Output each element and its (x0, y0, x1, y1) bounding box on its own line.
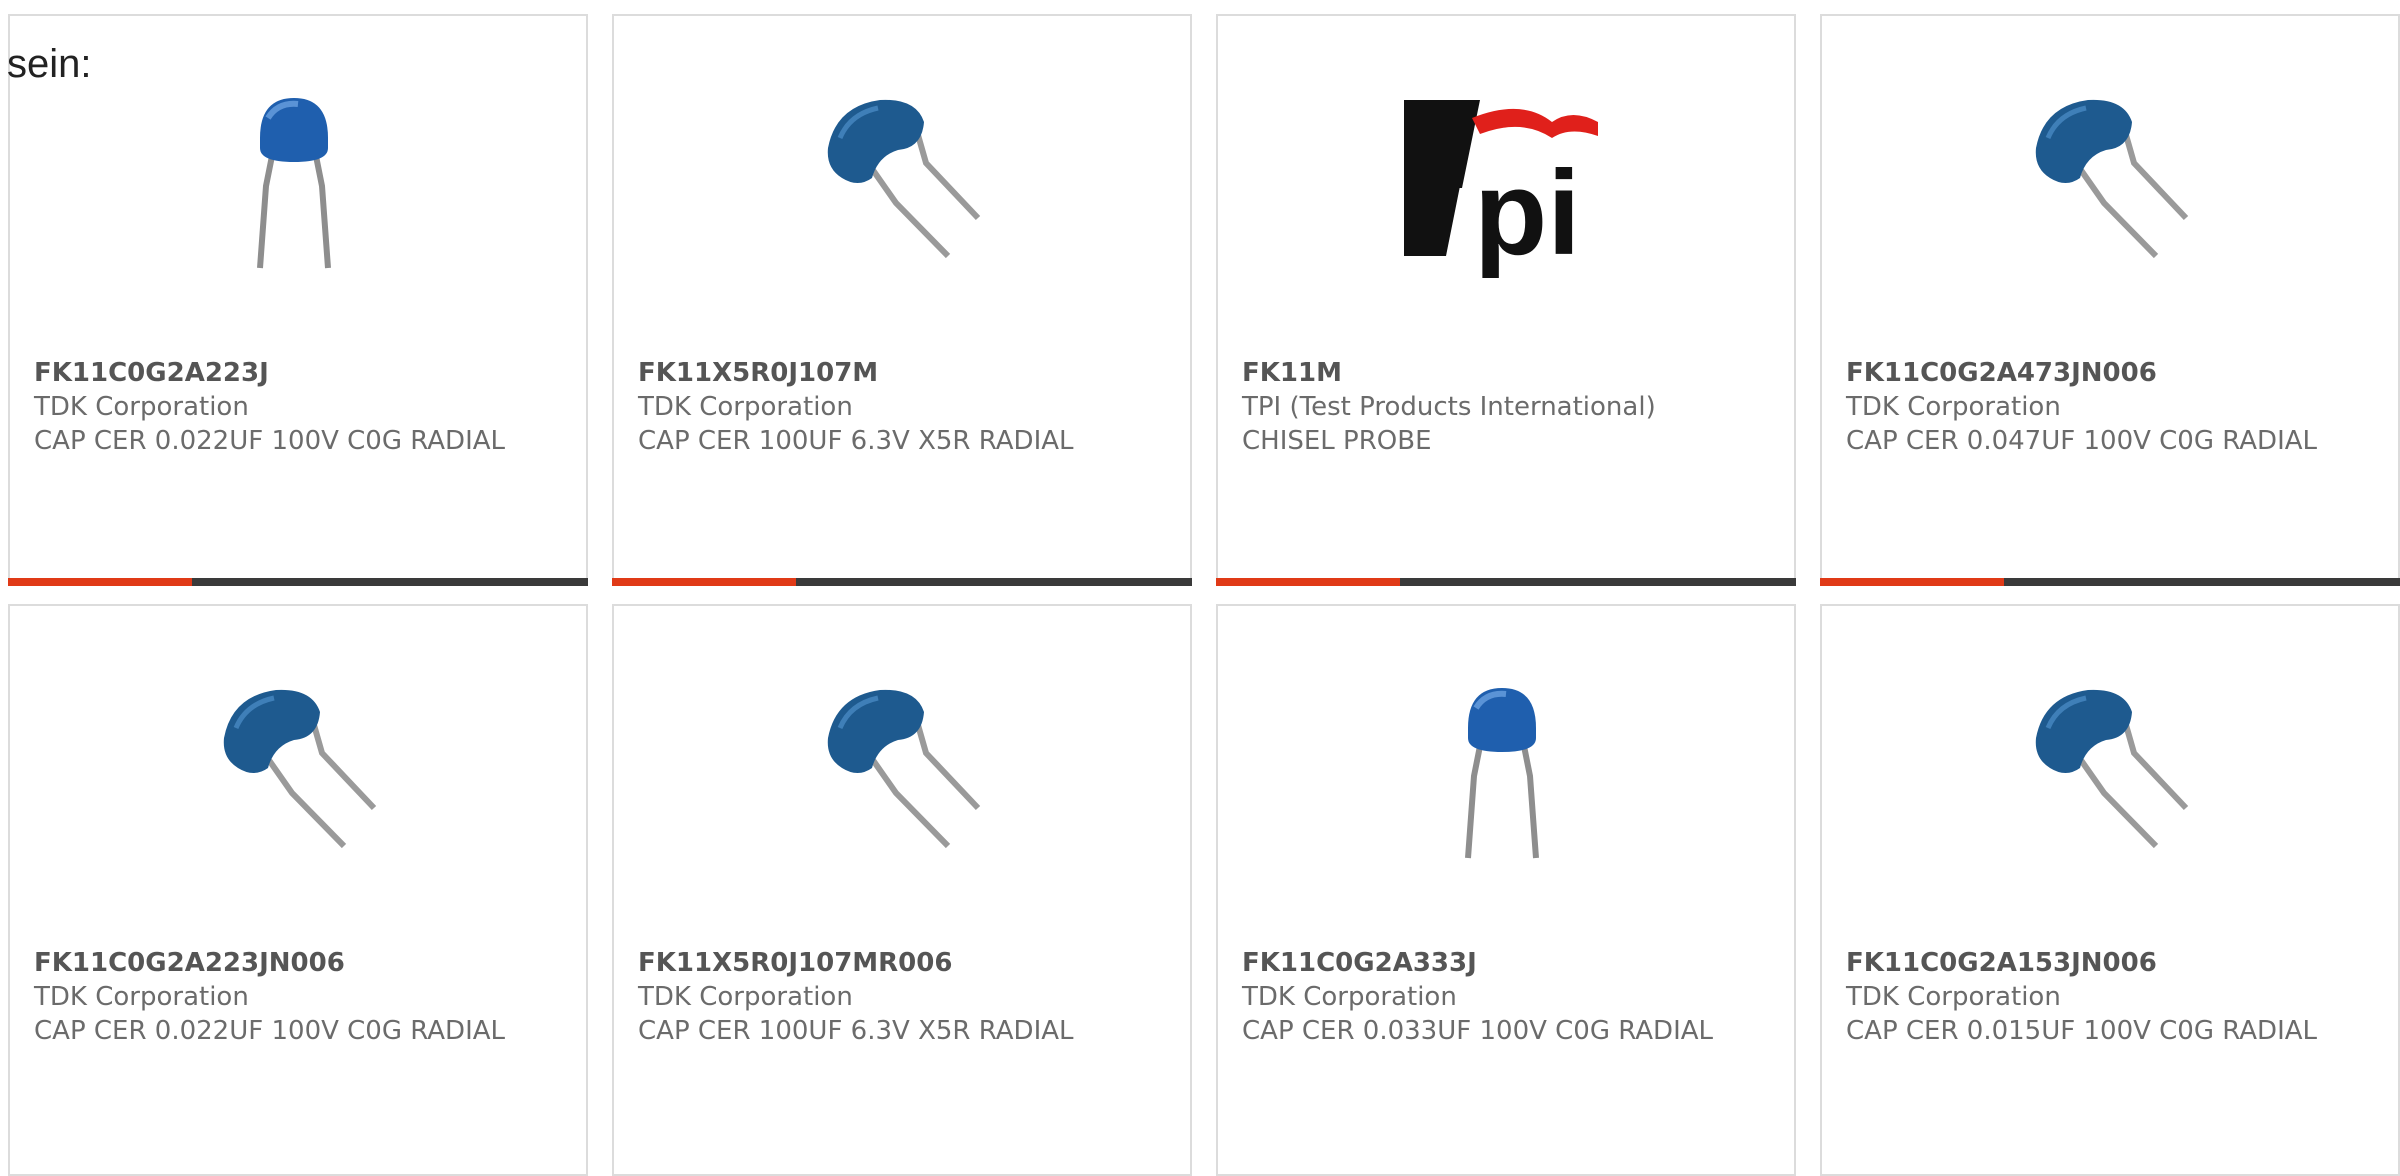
manufacturer: TDK Corporation (638, 392, 853, 422)
accent-segment (1820, 578, 2004, 586)
card-accent-bar (612, 578, 1192, 586)
product-image (194, 78, 394, 278)
product-grid: FK11C0G2A223J TDK Corporation CAP CER 0.… (8, 14, 2400, 1176)
product-image (1402, 668, 1602, 868)
straight-lead-capacitor-icon (1465, 688, 1539, 859)
part-number[interactable]: FK11X5R0J107MR006 (638, 946, 1168, 980)
manufacturer: TDK Corporation (1242, 982, 1457, 1012)
product-card[interactable]: FK11X5R0J107MR006 TDK Corporation CAP CE… (612, 604, 1192, 1176)
product-image (798, 78, 998, 278)
accent-segment (612, 578, 796, 586)
product-image: pi (1402, 78, 1602, 278)
product-card[interactable]: FK11C0G2A333J TDK Corporation CAP CER 0.… (1216, 604, 1796, 1176)
product-image (2006, 78, 2206, 278)
part-number[interactable]: FK11C0G2A223JN006 (34, 946, 564, 980)
part-number[interactable]: FK11X5R0J107M (638, 356, 1168, 390)
card-accent-bar (8, 578, 588, 586)
manufacturer: TDK Corporation (1846, 392, 2061, 422)
description: CHISEL PROBE (1242, 426, 1432, 456)
description: CAP CER 0.015UF 100V C0G RADIAL (1846, 1016, 2318, 1046)
part-number[interactable]: FK11C0G2A223J (34, 356, 564, 390)
card-accent-bar (1820, 578, 2400, 586)
manufacturer: TPI (Test Products International) (1242, 392, 1656, 422)
product-card[interactable]: FK11X5R0J107M TDK Corporation CAP CER 10… (612, 14, 1192, 586)
bent-lead-capacitor-icon (827, 99, 981, 259)
product-card[interactable]: FK11C0G2A473JN006 TDK Corporation CAP CE… (1820, 14, 2400, 586)
description: CAP CER 0.022UF 100V C0G RADIAL (34, 426, 506, 456)
description: CAP CER 100UF 6.3V X5R RADIAL (638, 426, 1074, 456)
svg-text:pi: pi (1474, 146, 1581, 278)
description: CAP CER 0.033UF 100V C0G RADIAL (1242, 1016, 1714, 1046)
accent-segment (8, 578, 192, 586)
manufacturer: TDK Corporation (34, 392, 249, 422)
part-number[interactable]: FK11M (1242, 356, 1772, 390)
bent-lead-capacitor-icon (2035, 689, 2189, 849)
product-image (2006, 668, 2206, 868)
bent-lead-capacitor-icon (827, 689, 981, 849)
description: CAP CER 0.022UF 100V C0G RADIAL (34, 1016, 506, 1046)
product-image (194, 668, 394, 868)
bent-lead-capacitor-icon (223, 689, 377, 849)
card-accent-bar (1216, 578, 1796, 586)
manufacturer: TDK Corporation (34, 982, 249, 1012)
part-number[interactable]: FK11C0G2A333J (1242, 946, 1772, 980)
product-card[interactable]: pi FK11M TPI (Test Products Internationa… (1216, 14, 1796, 586)
part-number[interactable]: FK11C0G2A153JN006 (1846, 946, 2376, 980)
intro-text: sein: (7, 42, 92, 86)
part-number[interactable]: FK11C0G2A473JN006 (1846, 356, 2376, 390)
straight-lead-capacitor-icon (257, 98, 331, 269)
product-image (798, 668, 998, 868)
bent-lead-capacitor-icon (2035, 99, 2189, 259)
accent-segment (1216, 578, 1400, 586)
tpi-logo-icon: pi (1402, 98, 1602, 278)
product-card[interactable]: FK11C0G2A223JN006 TDK Corporation CAP CE… (8, 604, 588, 1176)
product-card[interactable]: FK11C0G2A223J TDK Corporation CAP CER 0.… (8, 14, 588, 586)
description: CAP CER 0.047UF 100V C0G RADIAL (1846, 426, 2318, 456)
manufacturer: TDK Corporation (1846, 982, 2061, 1012)
manufacturer: TDK Corporation (638, 982, 853, 1012)
product-card[interactable]: FK11C0G2A153JN006 TDK Corporation CAP CE… (1820, 604, 2400, 1176)
description: CAP CER 100UF 6.3V X5R RADIAL (638, 1016, 1074, 1046)
